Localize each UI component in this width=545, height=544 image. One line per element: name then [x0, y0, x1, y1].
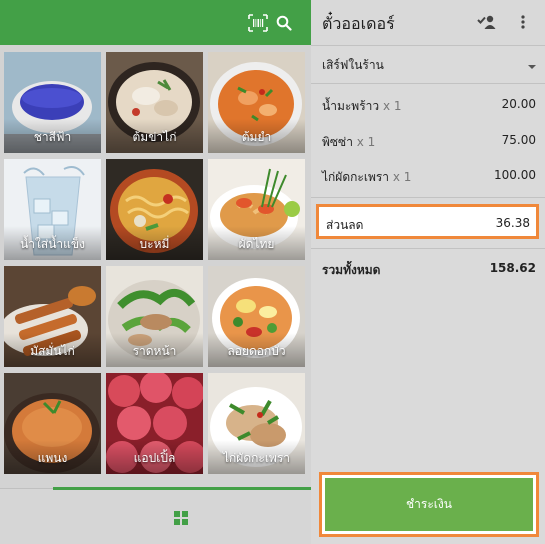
- dining-option-select[interactable]: เสิร์ฟในร้าน: [311, 56, 545, 78]
- ticket-header: ตั๋วออเดอร์: [311, 0, 545, 45]
- menu-item-rad-na[interactable]: ราดหน้า: [106, 266, 203, 367]
- menu-item-label: ต้มข่าไก่: [132, 130, 177, 144]
- menu-item-label: แพนง: [37, 451, 68, 465]
- menu-item-label: แอปเปิ้ล: [133, 451, 176, 465]
- total-label: รวมทั้งหมด: [322, 263, 381, 277]
- item-qty: x 1: [392, 170, 412, 184]
- item-price: 100.00: [494, 168, 536, 182]
- item-price: 75.00: [501, 133, 536, 147]
- item-name: พิซซ่า: [322, 135, 353, 149]
- menu-item-label: น้ำใส่น้ำแข็ง: [20, 237, 85, 251]
- menu-item-panang[interactable]: แพนง: [4, 373, 101, 474]
- search-icon[interactable]: [273, 12, 295, 34]
- menu-item-label: มัสมั่นไก่: [30, 344, 75, 358]
- ticket-item[interactable]: ไก่ผัดกะเพรา x 1 100.00: [311, 168, 545, 186]
- total-value: 158.62: [489, 261, 536, 275]
- charge-button[interactable]: ชำระเงิน: [325, 478, 533, 531]
- menu-item-tom-yum[interactable]: ต้มยำ: [208, 52, 305, 153]
- item-price: 20.00: [501, 97, 536, 111]
- tab-indicator: [53, 487, 311, 490]
- more-vert-icon[interactable]: [519, 14, 527, 30]
- menu-item-pad-thai[interactable]: ผัดไทย: [208, 159, 305, 260]
- menu-item-loi-dok-bua[interactable]: ลอยดอกบัว: [208, 266, 305, 367]
- menu-item-label: ราดหน้า: [132, 344, 177, 358]
- item-name: ไก่ผัดกะเพรา: [322, 170, 390, 184]
- menu-item-blue-tea[interactable]: ชาสีฟ้า: [4, 52, 101, 153]
- menu-item-massaman[interactable]: มัสมั่นไก่: [4, 266, 101, 367]
- menu-item-kaphrao[interactable]: ไก่ผัดกะเพรา: [208, 373, 305, 474]
- menu-pane: ชาสีฟ้า ต้มข่าไก่ ต้มยำ น้ำใส่น้ำแข็ง บะ…: [0, 0, 311, 544]
- menu-grid: ชาสีฟ้า ต้มข่าไก่ ต้มยำ น้ำใส่น้ำแข็ง บะ…: [4, 52, 307, 474]
- menu-item-label: ชาสีฟ้า: [33, 130, 72, 144]
- divider: [311, 83, 545, 84]
- item-qty: x 1: [382, 99, 402, 113]
- divider: [311, 45, 545, 46]
- divider: [311, 197, 545, 198]
- menu-item-label: ผัดไทย: [238, 237, 275, 251]
- order-ticket-pane: ตั๋วออเดอร์ เสิร์ฟในร้าน น้ำมะพร้าว x 1 …: [311, 0, 545, 544]
- divider: [311, 248, 545, 249]
- menu-item-tom-kha[interactable]: ต้มข่าไก่: [106, 52, 203, 153]
- add-customer-icon[interactable]: [477, 14, 497, 30]
- menu-item-label: ต้มยำ: [241, 130, 272, 144]
- barcode-icon[interactable]: [247, 12, 269, 34]
- pay-button-frame: ชำระเงิน: [319, 472, 539, 537]
- menu-item-label: ไก่ผัดกะเพรา: [222, 451, 291, 465]
- item-name: น้ำมะพร้าว: [322, 99, 380, 113]
- menu-bottom-bar: [0, 487, 311, 544]
- ticket-item[interactable]: น้ำมะพร้าว x 1 20.00: [311, 97, 545, 115]
- discount-value: 36.38: [495, 216, 530, 230]
- menu-top-bar: [0, 0, 311, 45]
- ticket-title: ตั๋วออเดอร์: [322, 14, 395, 33]
- discount-row[interactable]: ส่วนลด 36.38: [316, 204, 539, 239]
- menu-item-label: ลอยดอกบัว: [227, 344, 286, 358]
- menu-item-noodles[interactable]: บะหมี่: [106, 159, 203, 260]
- dining-option-value: เสิร์ฟในร้าน: [322, 58, 384, 72]
- menu-item-label: บะหมี่: [139, 237, 170, 251]
- item-qty: x 1: [356, 135, 376, 149]
- grid-icon[interactable]: [174, 510, 188, 525]
- menu-item-apple[interactable]: แอปเปิ้ล: [106, 373, 203, 474]
- total-row: รวมทั้งหมด 158.62: [311, 261, 545, 279]
- chevron-down-icon: [527, 59, 537, 73]
- menu-item-ice-water[interactable]: น้ำใส่น้ำแข็ง: [4, 159, 101, 260]
- ticket-item[interactable]: พิซซ่า x 1 75.00: [311, 133, 545, 151]
- discount-label: ส่วนลด: [326, 218, 364, 232]
